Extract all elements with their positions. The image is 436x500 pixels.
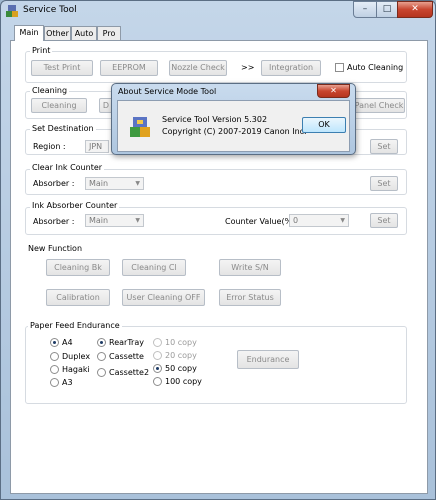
cleaning-cl-button[interactable]: Cleaning Cl: [122, 259, 186, 276]
version-text: Service Tool Version 5.302: [162, 115, 268, 124]
set-destination-set-button[interactable]: Set: [370, 139, 398, 154]
tray-reartray-label: RearTray: [109, 338, 144, 347]
canon-tool-icon: [130, 117, 150, 137]
title-bar[interactable]: Service Tool – □ ✕: [1, 1, 436, 23]
size-a3-label: A3: [62, 378, 73, 387]
ink-absorber-select[interactable]: Main ▼: [85, 214, 144, 227]
dialog-title: About Service Mode Tool: [118, 87, 217, 96]
ink-absorber-counter-group: [25, 207, 407, 235]
region-value: JPN: [89, 142, 103, 151]
chevron-down-icon: ▼: [340, 217, 345, 224]
paper-feed-endurance-label: Paper Feed Endurance: [28, 321, 122, 330]
size-hagaki-label: Hagaki: [62, 365, 90, 374]
copy-20-label: 20 copy: [165, 351, 197, 360]
copyright-text: Copyright (C) 2007-2019 Canon Inc.: [162, 127, 307, 136]
cleaning-button[interactable]: Cleaning: [31, 98, 87, 113]
copy-10-label: 10 copy: [165, 338, 197, 347]
chevron-down-icon: ▼: [135, 180, 140, 187]
radio-10-copy[interactable]: [153, 338, 162, 347]
clear-ink-counter-group: [25, 169, 407, 195]
tray-cassette2-label: Cassette2: [109, 368, 150, 377]
set-destination-label: Set Destination: [30, 124, 96, 133]
eeprom-button[interactable]: EEPROM: [100, 60, 158, 76]
tray-cassette-label: Cassette: [109, 352, 144, 361]
service-tool-window: Service Tool – □ ✕ Main Other Auto Pro P…: [0, 0, 436, 500]
clear-ink-absorber-select[interactable]: Main ▼: [85, 177, 144, 190]
print-group-label: Print: [30, 46, 53, 55]
dialog-close-button[interactable]: ✕: [317, 84, 350, 98]
cleaning-bk-button[interactable]: Cleaning Bk: [46, 259, 110, 276]
write-sn-button[interactable]: Write S/N: [219, 259, 281, 276]
ok-button[interactable]: OK: [302, 117, 346, 133]
radio-20-copy[interactable]: [153, 351, 162, 360]
radio-100-copy[interactable]: [153, 377, 162, 386]
size-a4-label: A4: [62, 338, 73, 347]
window-title: Service Tool: [23, 5, 77, 15]
radio-a3[interactable]: [50, 378, 59, 387]
clear-ink-counter-label: Clear Ink Counter: [30, 163, 105, 172]
endurance-button[interactable]: Endurance: [237, 350, 299, 369]
radio-cassette[interactable]: [97, 352, 106, 361]
size-duplex-label: Duplex: [62, 352, 91, 361]
user-cleaning-off-button[interactable]: User Cleaning OFF: [122, 289, 205, 306]
about-dialog: About Service Mode Tool ✕ Service Tool V…: [111, 83, 356, 155]
new-function-label: New Function: [28, 244, 83, 253]
clear-ink-set-button[interactable]: Set: [370, 176, 398, 191]
minimize-button[interactable]: –: [353, 1, 377, 18]
radio-hagaki[interactable]: [50, 365, 59, 374]
clear-ink-absorber-value: Main: [89, 179, 109, 188]
radio-reartray[interactable]: [97, 338, 106, 347]
close-button[interactable]: ✕: [397, 1, 433, 18]
auto-cleaning-label: Auto Cleaning: [347, 63, 404, 72]
test-print-button[interactable]: Test Print: [31, 60, 93, 76]
radio-cassette2[interactable]: [97, 368, 106, 377]
panel-check-button[interactable]: Panel Check: [353, 98, 405, 113]
calibration-button[interactable]: Calibration: [46, 289, 110, 306]
radio-a4[interactable]: [50, 338, 59, 347]
counter-value: 0: [293, 216, 299, 225]
ink-absorber-value: Main: [89, 216, 109, 225]
cleaning-group-label: Cleaning: [30, 86, 70, 95]
copy-50-label: 50 copy: [165, 364, 197, 373]
chevron-down-icon: ▼: [135, 217, 140, 224]
auto-cleaning-checkbox[interactable]: [335, 63, 344, 72]
ink-absorber-label: Absorber :: [33, 217, 75, 226]
copy-100-label: 100 copy: [165, 377, 202, 386]
arrow-label: >>: [241, 63, 255, 72]
radio-50-copy[interactable]: [153, 364, 162, 373]
nozzle-check-button[interactable]: Nozzle Check: [169, 60, 227, 76]
radio-duplex[interactable]: [50, 352, 59, 361]
clear-ink-absorber-label: Absorber :: [33, 179, 75, 188]
dialog-body: Service Tool Version 5.302 Copyright (C)…: [117, 100, 350, 152]
ink-absorber-counter-label: Ink Absorber Counter: [30, 201, 120, 210]
counter-value-select[interactable]: 0 ▼: [289, 214, 349, 227]
tab-other[interactable]: Other: [44, 26, 71, 41]
region-label: Region :: [33, 142, 66, 151]
region-select[interactable]: JPN: [85, 140, 109, 153]
tab-auto[interactable]: Auto: [71, 26, 97, 41]
error-status-button[interactable]: Error Status: [219, 289, 281, 306]
integration-button[interactable]: Integration: [261, 60, 321, 76]
tab-pro[interactable]: Pro: [97, 26, 121, 41]
tab-main[interactable]: Main: [14, 25, 44, 41]
maximize-button[interactable]: □: [376, 1, 398, 18]
ink-absorber-set-button[interactable]: Set: [370, 213, 398, 228]
app-icon: [6, 5, 18, 17]
